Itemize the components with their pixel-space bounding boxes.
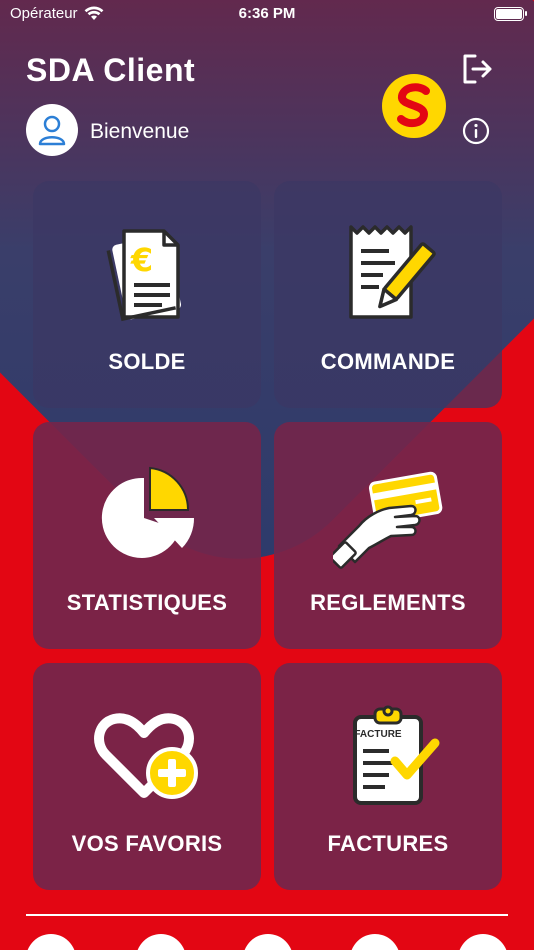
info-icon[interactable] (462, 117, 490, 145)
nav-item-5[interactable] (458, 934, 508, 950)
tile-commande[interactable]: COMMANDE (274, 181, 502, 408)
tile-label: STATISTIQUES (66, 590, 228, 615)
euro-symbol: € (130, 241, 153, 279)
tile-solde[interactable]: € SOLDE (33, 181, 261, 408)
status-bar: Opérateur 6:36 PM (0, 0, 534, 30)
avatar[interactable] (26, 104, 78, 156)
logout-icon[interactable] (460, 52, 494, 86)
pie-chart-icon (101, 466, 195, 558)
user-icon (38, 115, 66, 146)
tile-label: REGLEMENTS (310, 590, 466, 615)
heart-plus-icon (94, 713, 198, 799)
tile-label: SOLDE (108, 349, 186, 374)
invoice-icon-text: FACTURE (354, 729, 402, 740)
welcome-text: Bienvenue (90, 120, 190, 143)
tile-label: COMMANDE (320, 349, 456, 374)
status-time: 6:36 PM (238, 5, 296, 22)
nav-item-2[interactable] (136, 934, 186, 950)
tile-label: FACTURES (327, 831, 449, 856)
tile-label: VOS FAVORIS (71, 831, 223, 856)
nav-item-4[interactable] (350, 934, 400, 950)
nav-item-1[interactable] (26, 934, 76, 950)
tile-reglements[interactable]: REGLEMENTS (274, 422, 502, 649)
battery-icon (494, 7, 527, 21)
tile-factures[interactable]: FACTURE FACTURES (274, 663, 502, 890)
invoice-clipboard-icon: FACTURE (353, 705, 440, 805)
app-title: SDA Client (26, 52, 196, 88)
hand-card-payment-icon (333, 471, 443, 569)
tile-statistiques[interactable]: STATISTIQUES (33, 422, 261, 649)
order-receipt-pen-icon (349, 225, 436, 319)
euro-document-icon: € (106, 229, 182, 322)
bottom-nav (0, 934, 534, 950)
bottom-divider (26, 914, 508, 916)
brand-logo (382, 74, 446, 138)
tile-vos-favoris[interactable]: VOS FAVORIS (33, 663, 261, 890)
header: SDA Client Bienvenue (0, 40, 534, 170)
nav-item-3[interactable] (243, 934, 293, 950)
